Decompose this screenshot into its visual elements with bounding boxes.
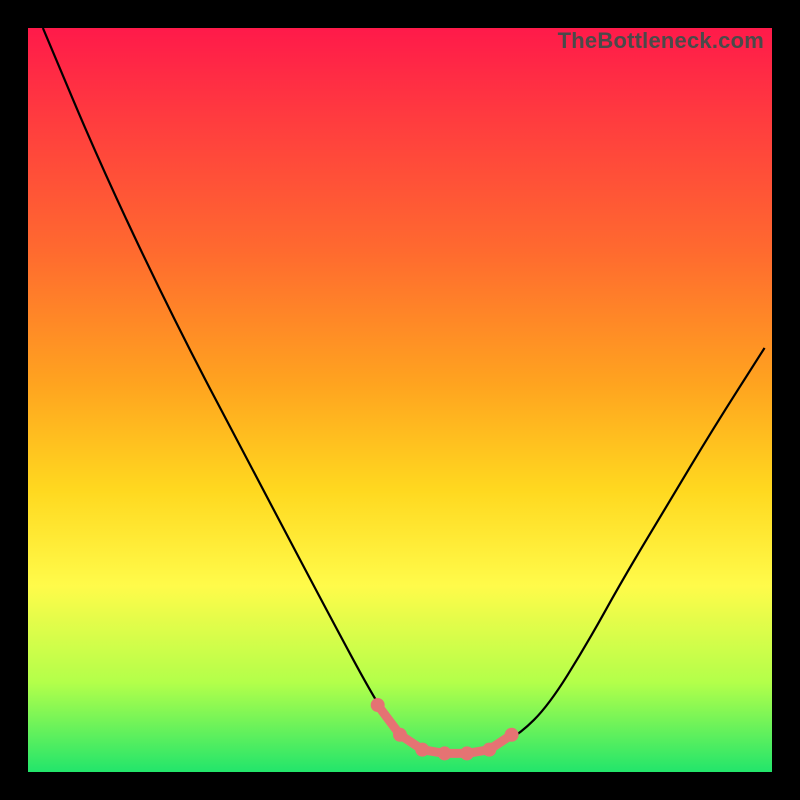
optimal-point-marker bbox=[505, 728, 519, 742]
chart-frame: TheBottleneck.com bbox=[0, 0, 800, 800]
plot-area bbox=[28, 28, 772, 772]
optimal-point-marker bbox=[393, 728, 407, 742]
optimal-point-marker bbox=[438, 746, 452, 760]
bottleneck-curve bbox=[43, 28, 765, 753]
curve-overlay bbox=[28, 28, 772, 772]
optimal-point-marker bbox=[482, 743, 496, 757]
optimal-point-marker bbox=[371, 698, 385, 712]
watermark-text: TheBottleneck.com bbox=[558, 28, 764, 54]
optimal-point-marker bbox=[460, 746, 474, 760]
optimal-point-marker bbox=[415, 743, 429, 757]
